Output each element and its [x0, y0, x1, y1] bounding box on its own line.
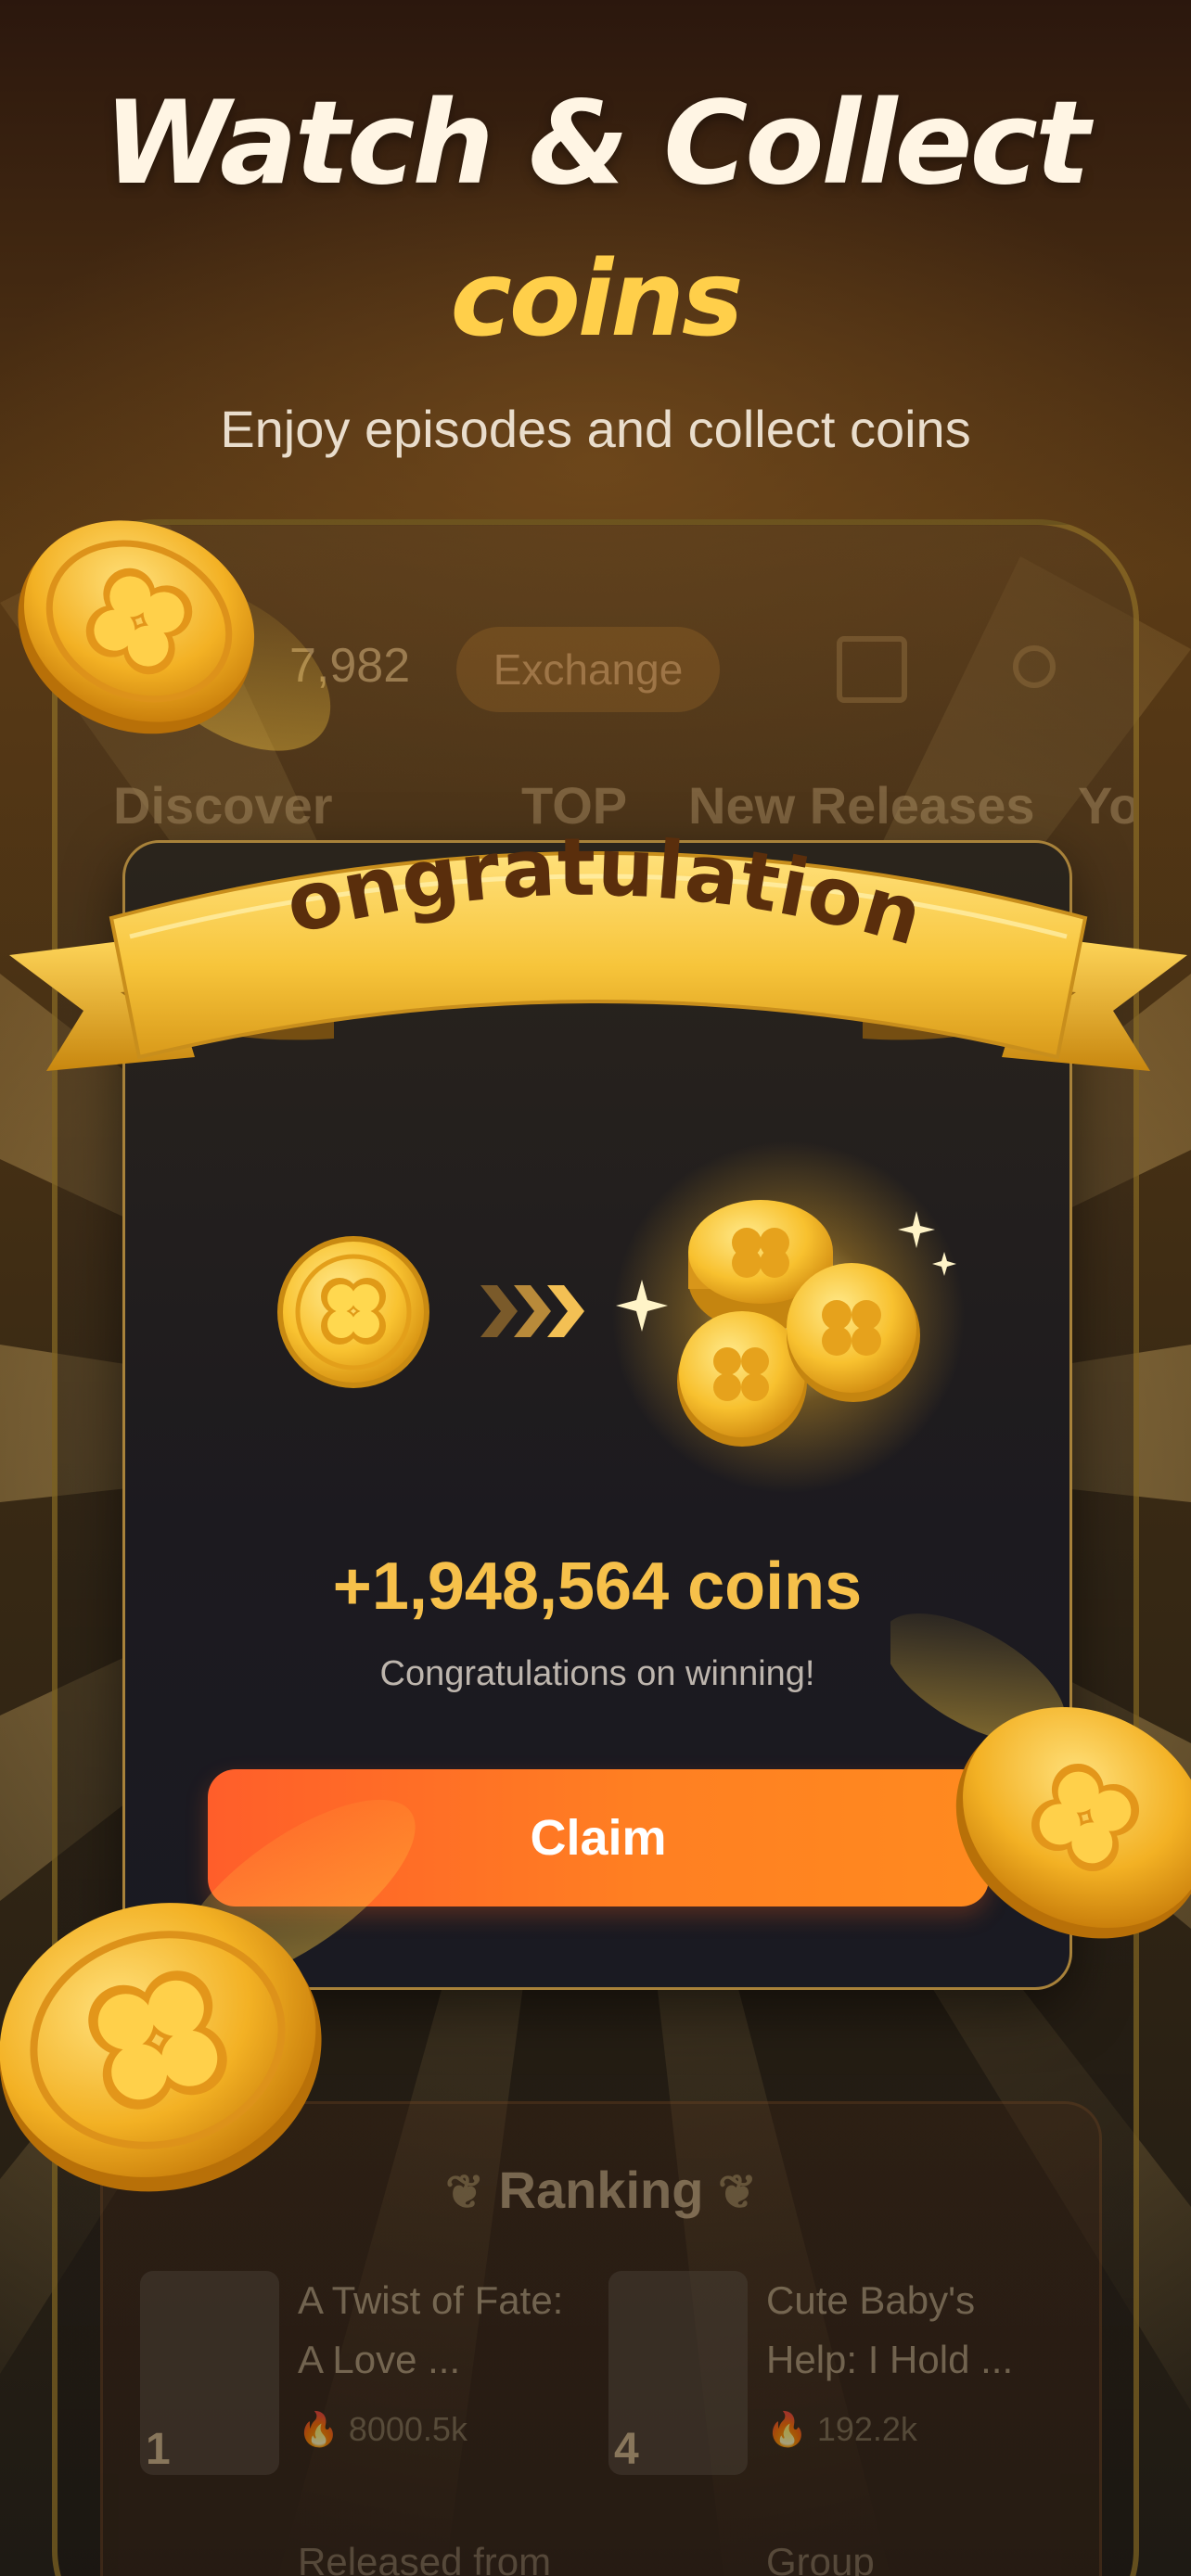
laurel-icon: ❦: [445, 2166, 484, 2218]
ranking-cover: 1: [140, 2271, 279, 2475]
flying-coin-icon: [0, 482, 352, 779]
clover-coin-icon: [275, 1233, 432, 1391]
hero-subtitle: Enjoy episodes and collect coins: [220, 400, 971, 458]
ranking-cover: 4: [608, 2271, 748, 2475]
ranking-item-footer: Released from: [298, 2540, 552, 2576]
congratulations-banner: Congratulations: [0, 733, 1187, 1122]
search-icon: [1013, 645, 1056, 688]
ranking-item-footer: Group: [766, 2540, 875, 2576]
flame-icon: 🔥: [298, 2410, 339, 2448]
hero-title-highlight: coins: [450, 239, 743, 360]
flying-coin-icon: [0, 1780, 427, 2198]
hero-title: Watch & Collect: [103, 77, 1091, 210]
ranking-item-title: Cute Baby's Help: I Hold ...: [766, 2278, 1014, 2381]
ranking-item-views: 🔥 8000.5k: [298, 2410, 467, 2448]
calendar-icon: [837, 636, 907, 703]
ranking-item-views: 🔥 192.2k: [766, 2410, 917, 2448]
ranking-item-title: A Twist of Fate: A Love ...: [298, 2278, 564, 2381]
exchange-button: Exchange: [456, 627, 720, 712]
laurel-icon: ❦: [718, 2166, 757, 2218]
coin-pile-icon: [603, 1141, 974, 1493]
chevron-arrows-icon: [480, 1285, 586, 1337]
flame-icon: 🔥: [766, 2410, 808, 2448]
flying-coin-icon: [882, 1576, 1191, 1947]
